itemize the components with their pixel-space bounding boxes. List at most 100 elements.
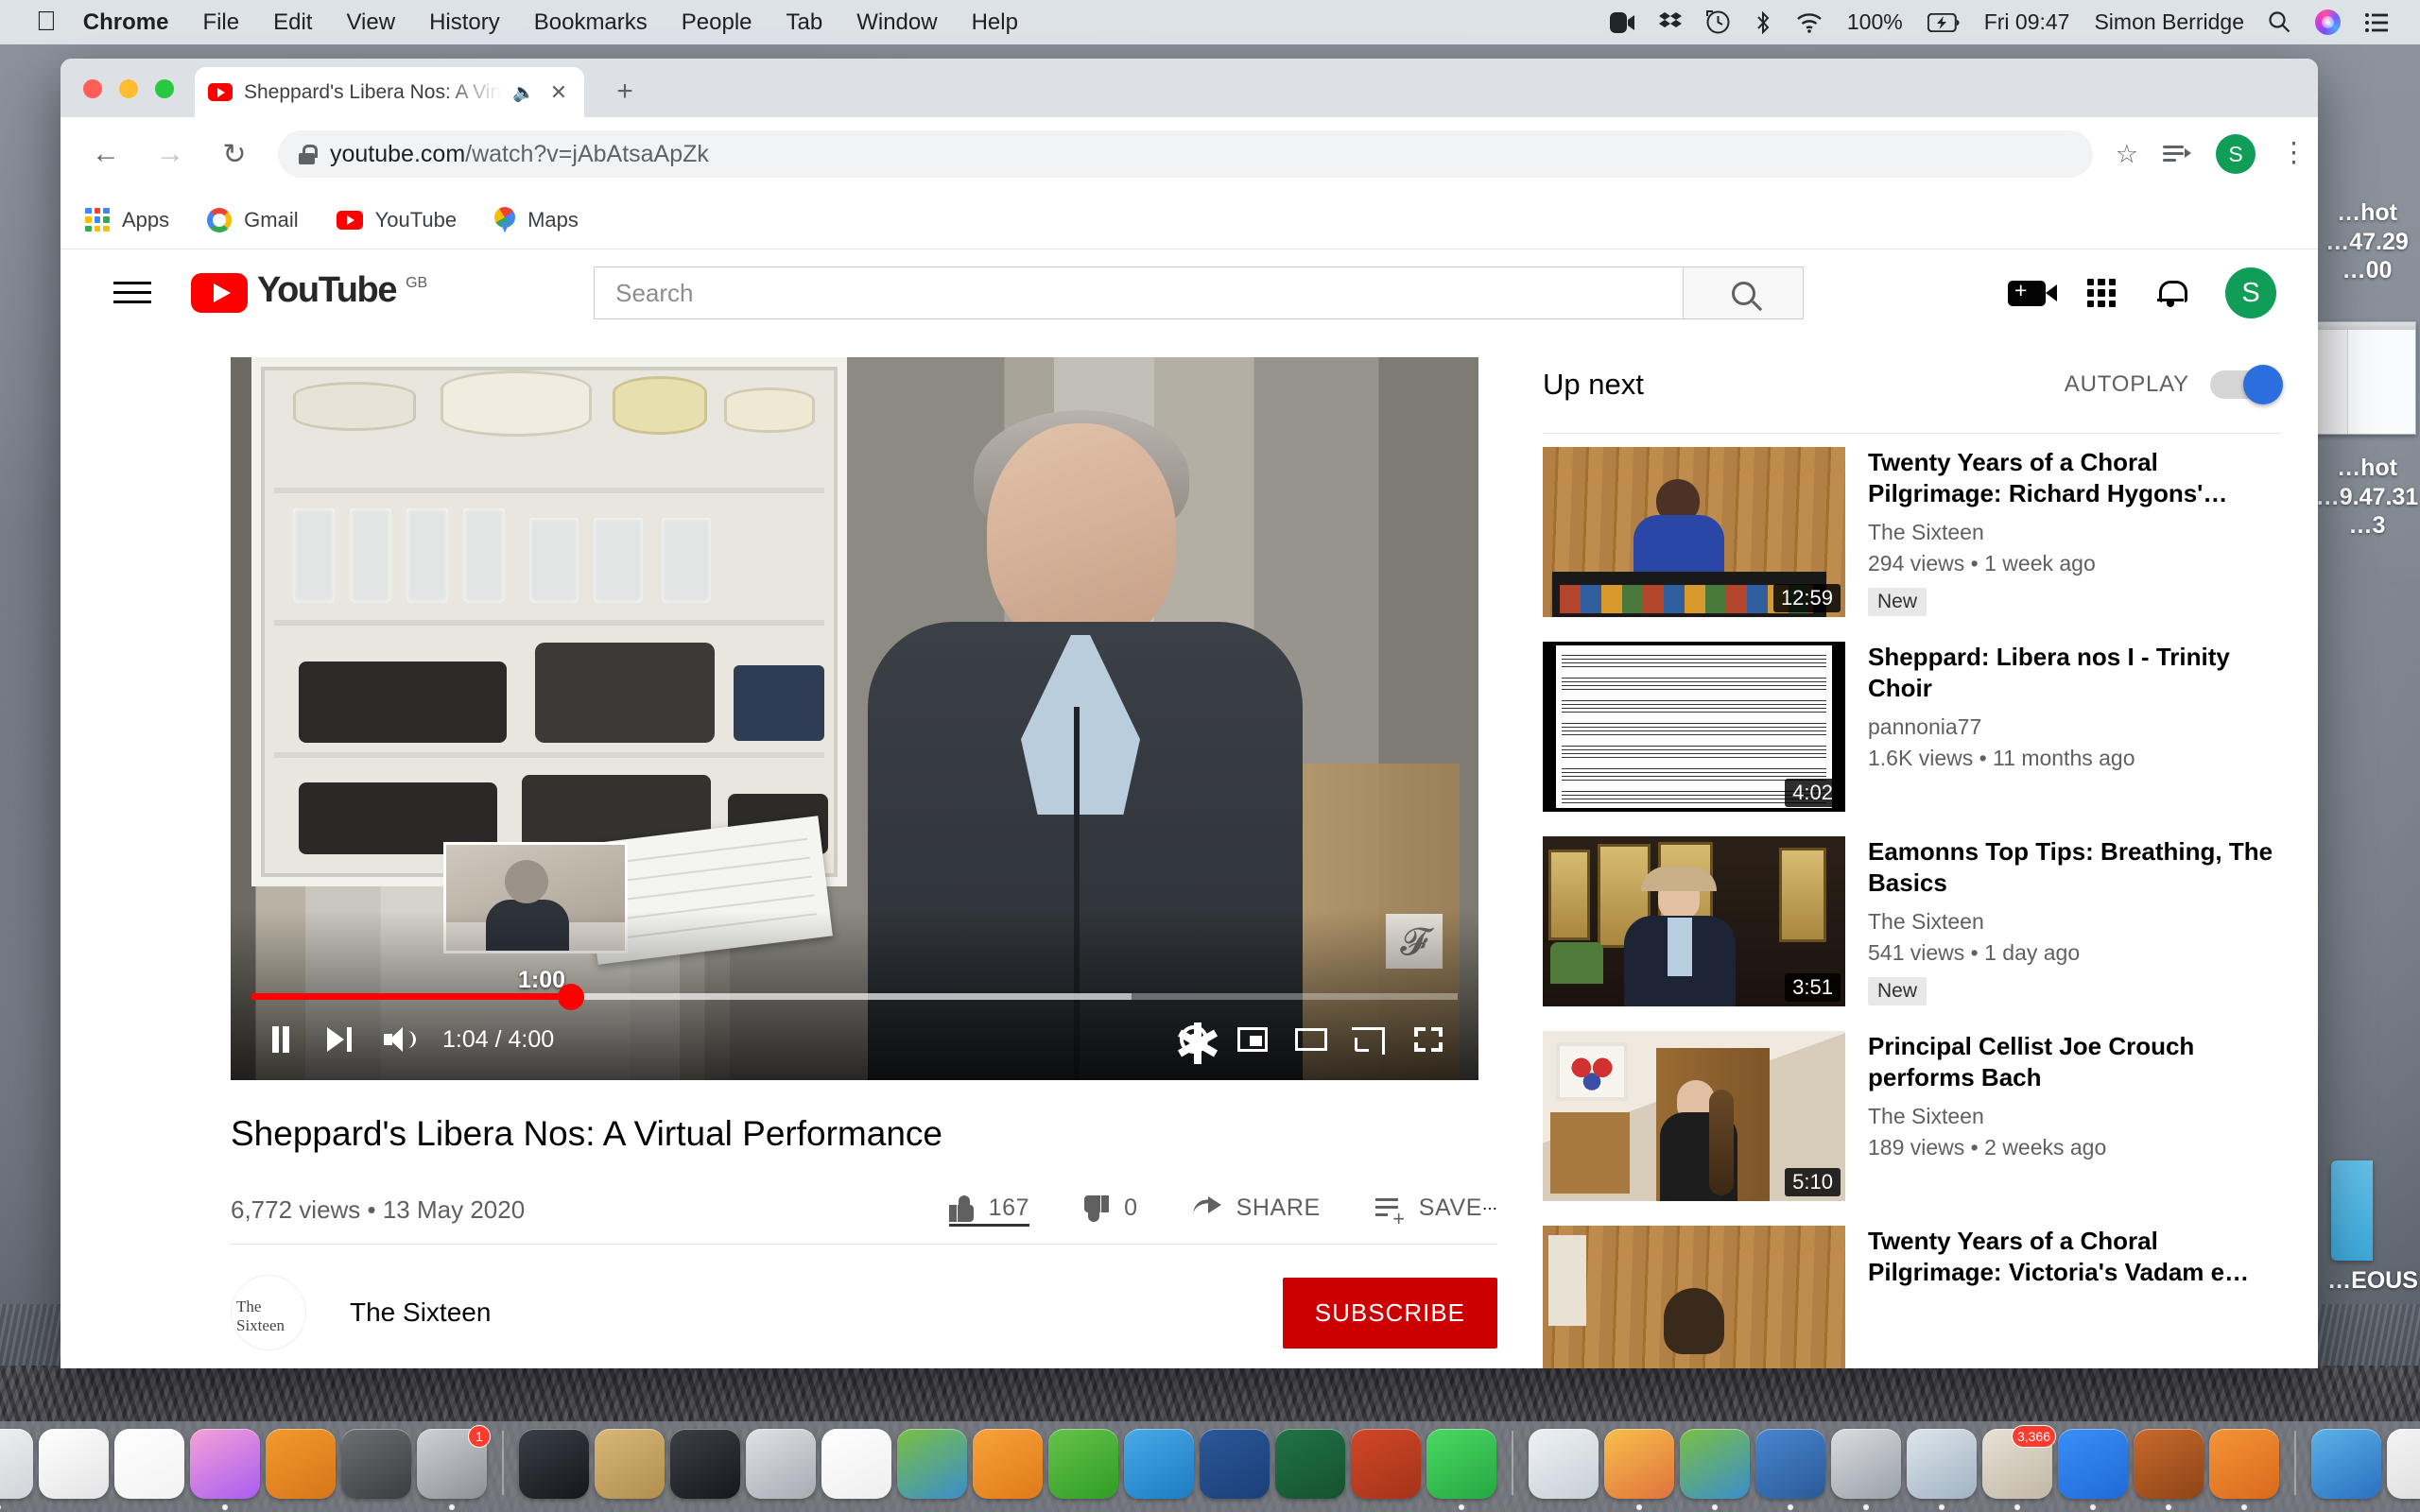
like-button[interactable]: 167	[948, 1194, 1030, 1227]
theater-mode-button[interactable]	[1282, 1010, 1340, 1069]
menu-item-edit[interactable]: Edit	[273, 9, 312, 36]
notifications-bell-icon[interactable]	[2157, 279, 2187, 307]
close-icon[interactable]: ✕	[546, 80, 571, 105]
volume-button[interactable]	[369, 1010, 427, 1069]
video-thumbnail[interactable]: 3:51	[1543, 836, 1845, 1006]
speaker-playing-icon[interactable]: 🔈	[512, 81, 535, 104]
search-button[interactable]	[1683, 266, 1805, 319]
time-machine-icon[interactable]	[1705, 10, 1730, 34]
profile-avatar[interactable]: S	[2216, 134, 2256, 174]
dock-item-preview[interactable]	[1907, 1429, 1977, 1510]
dock-item-numbers[interactable]	[1048, 1429, 1118, 1499]
autoplay-toggle[interactable]	[2210, 365, 2283, 404]
dock-item-music[interactable]	[2209, 1429, 2279, 1510]
close-window-button[interactable]	[83, 79, 102, 98]
menu-item-people[interactable]: People	[682, 9, 752, 36]
dock-item-contacts[interactable]	[595, 1429, 665, 1499]
dock-item-maps[interactable]	[1529, 1429, 1599, 1499]
list-item[interactable]: 4:02 Sheppard: Libera nos I - Trinity Ch…	[1543, 642, 2280, 812]
progress-scrubber-handle[interactable]	[558, 983, 585, 1010]
bluetooth-icon[interactable]	[1754, 10, 1772, 35]
dislike-button[interactable]: 0	[1084, 1194, 1138, 1222]
miniplayer-button[interactable]	[1223, 1010, 1282, 1069]
dock-item-calculator[interactable]	[1831, 1429, 1901, 1510]
menu-item-file[interactable]: File	[202, 9, 239, 36]
dock-item-airdrop-phone[interactable]	[519, 1429, 589, 1499]
apple-logo-icon[interactable]: 	[36, 9, 57, 36]
cast-button[interactable]	[1340, 1010, 1399, 1069]
video-thumbnail[interactable]: 12:59	[1543, 447, 1845, 617]
more-options-icon[interactable]: ⋯	[1482, 1199, 1497, 1218]
battery-charging-icon[interactable]	[1927, 12, 1960, 32]
bookmark-apps[interactable]: Apps	[85, 207, 169, 232]
dock-item-system-preferences[interactable]: 1	[417, 1425, 491, 1510]
hamburger-menu-icon[interactable]	[113, 280, 151, 306]
new-tab-button[interactable]: +	[609, 76, 641, 108]
forward-arrow-icon[interactable]: →	[149, 133, 191, 175]
three-dot-menu-icon[interactable]: ⋮	[2280, 139, 2308, 167]
channel-name[interactable]: The Sixteen	[350, 1297, 491, 1328]
video-thumbnail[interactable]	[1543, 1226, 1845, 1368]
dock-item-news[interactable]	[114, 1429, 184, 1499]
search-input[interactable]	[594, 266, 1684, 319]
dock-item-pages[interactable]	[973, 1429, 1043, 1499]
dock-item-itunes[interactable]	[190, 1429, 260, 1510]
video-thumbnail[interactable]: 5:10	[1543, 1031, 1845, 1201]
menu-item-bookmarks[interactable]: Bookmarks	[534, 9, 648, 36]
list-item[interactable]: 12:59 Twenty Years of a Choral Pilgrimag…	[1543, 447, 2280, 617]
menu-item-chrome[interactable]: Chrome	[83, 9, 169, 36]
menu-item-help[interactable]: Help	[972, 9, 1018, 36]
dock-item-network[interactable]	[1755, 1429, 1825, 1510]
dock-item-calendar[interactable]	[39, 1429, 109, 1499]
account-avatar[interactable]: S	[2225, 267, 2276, 318]
dock-item-airport-utility[interactable]	[821, 1429, 891, 1499]
dock-item-keynote[interactable]	[1124, 1429, 1194, 1499]
spotlight-search-icon[interactable]	[2269, 11, 2290, 33]
menu-item-history[interactable]: History	[429, 9, 500, 36]
video-thumbnail[interactable]: 4:02	[1543, 642, 1845, 812]
dock-item-excel[interactable]	[1275, 1429, 1345, 1499]
list-item[interactable]: 3:51 Eamonns Top Tips: Breathing, The Ba…	[1543, 836, 2280, 1006]
battery-percentage[interactable]: 100%	[1847, 9, 1903, 35]
bookmark-youtube[interactable]: YouTube	[336, 208, 457, 232]
dock-item-photo-booth[interactable]	[341, 1429, 411, 1499]
dock-item-chrome[interactable]	[0, 1429, 33, 1510]
save-button[interactable]: SAVE	[1374, 1194, 1482, 1229]
youtube-logo[interactable]: YouTube GB	[191, 272, 427, 313]
menu-item-window[interactable]: Window	[856, 9, 937, 36]
star-icon[interactable]: ☆	[2116, 140, 2138, 169]
dock-item-document[interactable]	[2387, 1429, 2420, 1499]
menubar-username[interactable]: Simon Berridge	[2094, 9, 2244, 35]
dock-item-quicktime[interactable]	[670, 1429, 740, 1499]
list-item[interactable]: Twenty Years of a Choral Pilgrimage: Vic…	[1543, 1226, 2280, 1368]
menu-item-tab[interactable]: Tab	[786, 9, 823, 36]
dock-item-garageband[interactable]	[2134, 1429, 2204, 1510]
dock-item-ibooks[interactable]	[266, 1429, 336, 1499]
maximize-window-button[interactable]	[155, 79, 174, 98]
dock-item-messages-people[interactable]	[897, 1429, 967, 1499]
bookmark-gmail[interactable]: Gmail	[207, 207, 299, 232]
settings-button[interactable]	[1165, 1010, 1223, 1069]
bookmark-maps[interactable]: Maps	[494, 206, 579, 233]
desktop-blue-file-icon[interactable]	[2331, 1160, 2373, 1261]
pause-button[interactable]	[251, 1010, 310, 1069]
browser-tab[interactable]: Sheppard's Libera Nos: A Virtual Perform…	[195, 67, 584, 117]
dock-item-word[interactable]	[1200, 1429, 1270, 1499]
fullscreen-button[interactable]	[1399, 1010, 1458, 1069]
subscribe-button[interactable]: SUBSCRIBE	[1282, 1277, 1497, 1349]
menubar-clock[interactable]: Fri 09:47	[1984, 9, 2070, 35]
channel-avatar[interactable]: The Sixteen	[231, 1275, 306, 1350]
share-button[interactable]: SHARE	[1193, 1194, 1321, 1222]
wifi-icon[interactable]	[1796, 12, 1823, 33]
address-bar[interactable]: youtube.com/watch?v=jAbAtsaApZk	[278, 130, 2093, 178]
desktop-screenshot-thumb[interactable]	[2312, 321, 2416, 435]
dock-item-messages[interactable]	[1680, 1429, 1750, 1510]
dropbox-icon[interactable]	[1658, 11, 1682, 34]
back-arrow-icon[interactable]: ←	[85, 133, 127, 175]
menu-item-view[interactable]: View	[346, 9, 395, 36]
dock-item-image-capture[interactable]: 3,366	[1982, 1425, 2056, 1510]
zoom-icon[interactable]	[1609, 11, 1634, 33]
dock-item-screen-sharing[interactable]	[746, 1429, 816, 1499]
dock-item-facetime[interactable]	[1426, 1429, 1496, 1510]
next-video-button[interactable]	[310, 1010, 369, 1069]
